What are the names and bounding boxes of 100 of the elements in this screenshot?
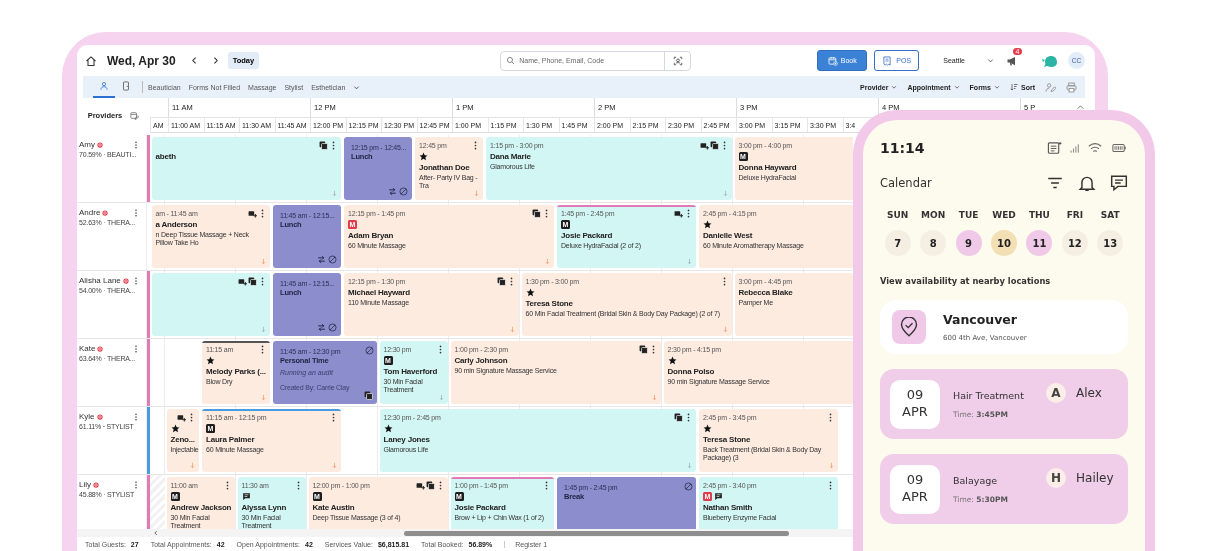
bell-icon[interactable] bbox=[1078, 174, 1096, 192]
scan-icon[interactable] bbox=[673, 55, 684, 66]
copy-icon[interactable] bbox=[709, 141, 719, 150]
copy-icon[interactable] bbox=[638, 345, 648, 354]
client-name: Tom Haverford bbox=[383, 367, 439, 377]
swap-icon[interactable] bbox=[317, 255, 326, 264]
client-name: Zeno... bbox=[170, 435, 196, 445]
signal-icon bbox=[1069, 142, 1080, 154]
search-icon bbox=[506, 55, 516, 65]
provider-name[interactable]: Lily bbox=[79, 480, 91, 489]
chevron-down-icon bbox=[891, 84, 898, 90]
add-card-icon[interactable] bbox=[177, 413, 186, 422]
copy-icon[interactable] bbox=[425, 481, 435, 490]
calendar-edit-icon[interactable] bbox=[130, 111, 140, 120]
provider-name[interactable]: Kate bbox=[79, 344, 96, 353]
client-name: Donna Hayward bbox=[738, 163, 798, 173]
provider-name[interactable]: Alisha Lane bbox=[79, 276, 121, 285]
star-icon bbox=[206, 356, 215, 365]
blocked-icon[interactable] bbox=[399, 187, 408, 196]
copy-icon[interactable] bbox=[319, 141, 328, 150]
client-name: Laura Palmer bbox=[206, 435, 256, 445]
blocked-icon[interactable] bbox=[328, 255, 337, 264]
home-icon[interactable] bbox=[85, 54, 97, 67]
copy-icon[interactable] bbox=[496, 277, 506, 286]
client-avatar: H bbox=[1046, 468, 1066, 488]
add-card-icon[interactable] bbox=[248, 209, 257, 218]
location-name: Vancouver bbox=[943, 312, 1018, 327]
date-chip[interactable]: 10 bbox=[991, 230, 1017, 256]
booking-month: APR bbox=[902, 404, 928, 421]
horizontal-scrollbar[interactable] bbox=[77, 529, 853, 538]
weekday-label: SUN bbox=[887, 210, 909, 220]
client-name: Donna Polso bbox=[667, 367, 716, 377]
client-name: Carly Johnson bbox=[454, 356, 509, 366]
megaphone-icon[interactable] bbox=[1006, 54, 1018, 67]
swap-icon[interactable] bbox=[317, 323, 326, 332]
client-name: Teresa Stone bbox=[525, 299, 574, 309]
appointment-card[interactable]: abeth bbox=[151, 137, 341, 200]
note-icon bbox=[1047, 140, 1062, 156]
printer-icon[interactable] bbox=[1066, 81, 1077, 93]
status-icon bbox=[96, 413, 103, 420]
status-icon bbox=[122, 277, 129, 284]
client-name: Laney Jones bbox=[383, 435, 431, 445]
date-chip[interactable]: 11 bbox=[1026, 230, 1053, 256]
calendar-plus-icon bbox=[827, 55, 838, 66]
copy-icon[interactable] bbox=[674, 413, 683, 422]
previous-icon[interactable] bbox=[189, 56, 199, 65]
date-chip[interactable]: 9 bbox=[955, 230, 982, 256]
add-card-icon[interactable] bbox=[699, 141, 709, 150]
blocked-icon[interactable] bbox=[684, 481, 693, 491]
weekday-label: MON bbox=[921, 210, 946, 220]
client-name: Andrew Jackson bbox=[170, 503, 232, 513]
client-name: Michael Hayward bbox=[348, 288, 411, 298]
client-name: Melody Parks (... bbox=[206, 367, 267, 377]
date-chip[interactable]: 12 bbox=[1061, 230, 1088, 256]
copy-icon[interactable] bbox=[532, 209, 541, 218]
star-icon bbox=[170, 424, 180, 433]
client-name: Nathan Smith bbox=[703, 503, 754, 513]
star-icon bbox=[419, 152, 428, 161]
client-name: Alex bbox=[1076, 386, 1102, 400]
chevron-down-icon bbox=[994, 84, 1000, 90]
date-chip[interactable]: 7 bbox=[884, 230, 911, 256]
door-icon bbox=[121, 81, 131, 91]
date-chip[interactable]: 13 bbox=[1097, 230, 1124, 256]
copy-icon[interactable] bbox=[248, 277, 257, 286]
client-avatar: A bbox=[1046, 383, 1066, 403]
people-icon bbox=[99, 81, 109, 91]
chat-icon[interactable] bbox=[1110, 174, 1128, 192]
client-name: Josie Packard bbox=[561, 231, 614, 241]
scroll-left-icon[interactable] bbox=[153, 530, 159, 537]
nearby-heading: View availability at nearby locations bbox=[880, 276, 1052, 286]
date-chip[interactable]: 8 bbox=[920, 230, 947, 256]
client-name: Kate Austin bbox=[312, 503, 356, 513]
add-card-icon[interactable] bbox=[238, 277, 247, 286]
chat-icon bbox=[241, 492, 251, 501]
star-icon bbox=[703, 220, 712, 229]
wifi-icon bbox=[1087, 141, 1103, 155]
screen-title: Calendar bbox=[880, 176, 933, 190]
add-card-icon[interactable] bbox=[674, 209, 683, 218]
blocked-icon[interactable] bbox=[328, 323, 337, 332]
current-date: Wed, Apr 30 bbox=[107, 53, 176, 68]
provider-name[interactable]: Andre bbox=[79, 208, 101, 217]
booking-service: Hair Treatment bbox=[953, 389, 1025, 401]
booking-month: APR bbox=[902, 489, 928, 506]
chevron-down-icon bbox=[987, 57, 994, 64]
provider-name[interactable]: Kyle bbox=[79, 412, 95, 421]
battery-icon bbox=[1110, 141, 1128, 155]
add-card-icon[interactable] bbox=[415, 481, 425, 490]
star-icon bbox=[667, 356, 677, 365]
swap-icon[interactable] bbox=[388, 187, 397, 196]
client-name: Hailey bbox=[1076, 471, 1114, 485]
status-icon bbox=[97, 141, 103, 148]
copy-icon[interactable] bbox=[363, 391, 373, 400]
star-icon bbox=[525, 288, 535, 297]
chevron-down-icon[interactable] bbox=[353, 83, 361, 91]
star-icon bbox=[703, 424, 712, 433]
blocked-icon[interactable] bbox=[364, 345, 374, 355]
client-name: Josie Packard bbox=[454, 503, 507, 513]
client-name: Jonathan Doe bbox=[419, 163, 471, 173]
weekday-label: FRI bbox=[1066, 210, 1084, 220]
provider-name[interactable]: Amy bbox=[79, 140, 95, 149]
